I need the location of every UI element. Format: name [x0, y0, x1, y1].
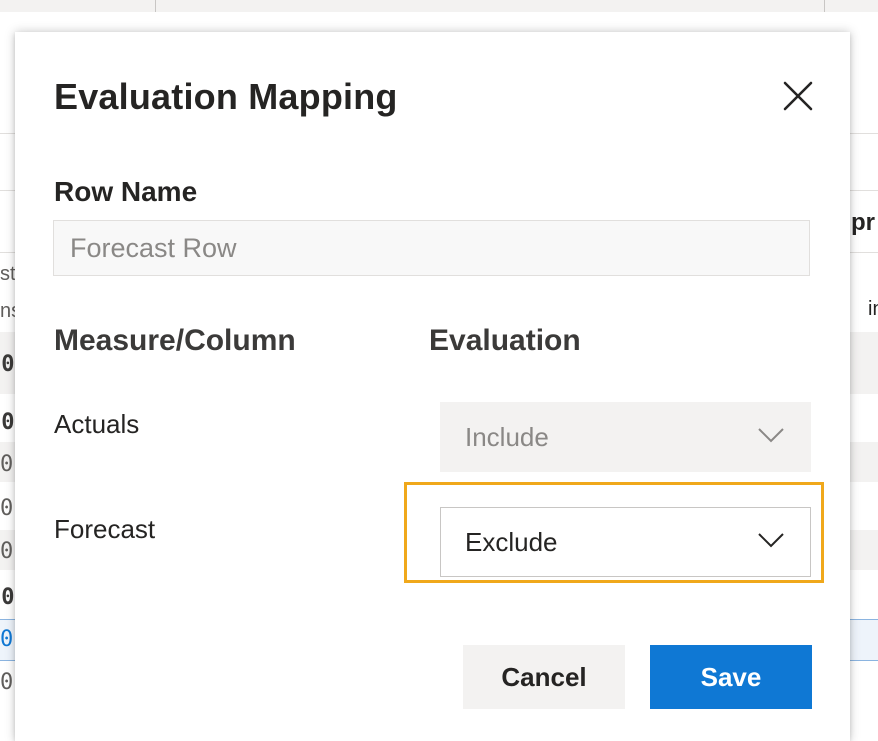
background-cell-text: in: [868, 298, 878, 320]
dropdown-value: Include: [465, 421, 549, 452]
row-name-placeholder: Forecast Row: [70, 232, 237, 263]
background-cell-text: 0: [0, 452, 14, 477]
measure-label-actuals: Actuals: [54, 409, 140, 439]
dialog-title: Evaluation Mapping: [54, 76, 398, 117]
background-cell-text: st: [0, 263, 16, 285]
row-name-label: Row Name: [54, 176, 198, 207]
background-cell-text: 0: [0, 627, 14, 652]
background-toolbar: [0, 0, 878, 12]
background-cell-text: 00: [0, 585, 15, 610]
chevron-down-icon: [758, 533, 784, 548]
dropdown-value: Exclude: [465, 526, 558, 557]
background-divider: [155, 0, 156, 12]
background-divider: [824, 0, 825, 12]
chevron-down-icon: [758, 428, 784, 443]
row-name-input[interactable]: Forecast Row: [53, 220, 810, 276]
evaluation-dropdown-actuals: Include: [440, 402, 811, 472]
background-cell-text: 0: [0, 496, 14, 521]
measure-column-header: Measure/Column: [54, 324, 296, 357]
background-cell-text: 00: [0, 410, 15, 435]
save-button[interactable]: Save: [650, 645, 812, 709]
background-cell-text: 0: [0, 539, 14, 564]
measure-label-forecast: Forecast: [54, 514, 156, 544]
background-cell-text: 0: [0, 670, 14, 695]
evaluation-mapping-dialog: Evaluation Mapping Row Name Forecast Row…: [15, 32, 850, 741]
cancel-button[interactable]: Cancel: [463, 645, 625, 709]
background-column-header: pr: [851, 209, 875, 236]
evaluation-dropdown-forecast[interactable]: Exclude: [440, 507, 811, 577]
background-cell-text: 00: [0, 352, 15, 377]
evaluation-column-header: Evaluation: [429, 324, 581, 357]
close-icon[interactable]: [780, 78, 816, 114]
